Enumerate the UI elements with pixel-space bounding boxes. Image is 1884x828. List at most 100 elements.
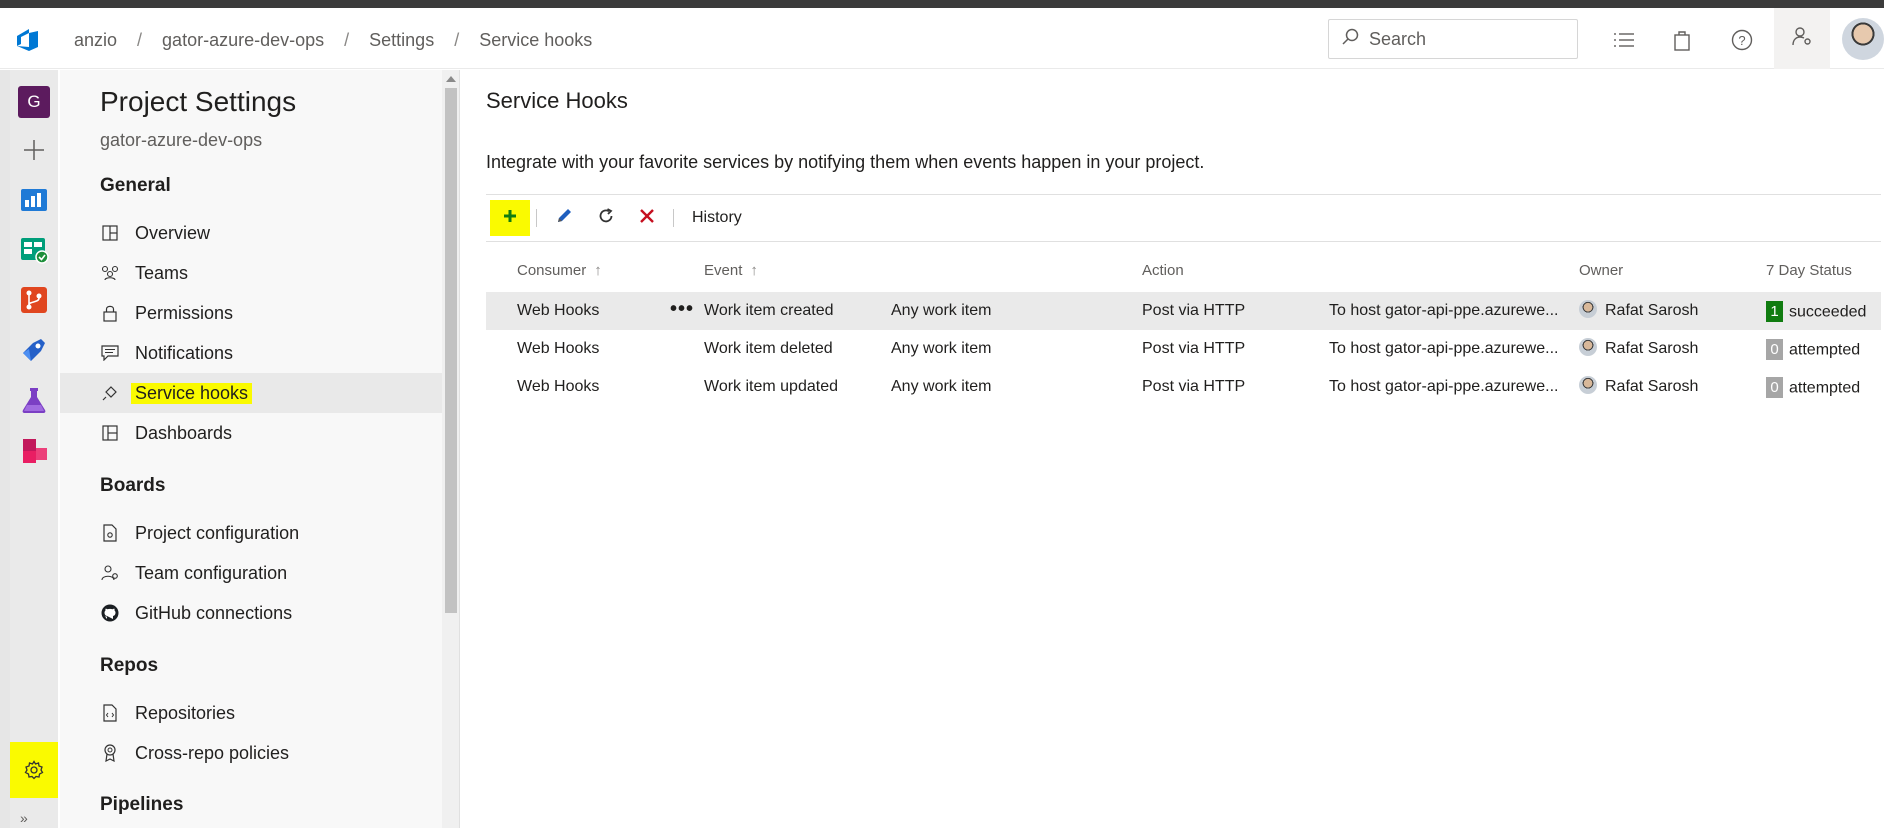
- column-status[interactable]: 7 Day Status: [1766, 262, 1852, 279]
- nav-team-configuration[interactable]: Team configuration: [60, 553, 442, 593]
- nav-dashboards[interactable]: Dashboards: [60, 413, 442, 453]
- table-row[interactable]: Web Hooks Work item deleted Any work ite…: [486, 330, 1881, 368]
- boards-icon: [19, 235, 49, 270]
- more-actions-icon[interactable]: •••: [670, 298, 694, 321]
- nav-github-connections[interactable]: GitHub connections: [60, 593, 442, 633]
- scroll-up-arrow-icon[interactable]: [446, 76, 456, 82]
- nav-teams-label: Teams: [135, 262, 189, 283]
- main-content: Service Hooks Integrate with your favori…: [461, 70, 1884, 828]
- search-box[interactable]: [1328, 19, 1578, 59]
- breadcrumb-separator: /: [137, 30, 143, 50]
- nav-permissions[interactable]: Permissions: [60, 293, 442, 333]
- column-event[interactable]: Event ↑: [704, 262, 758, 279]
- add-subscription-button[interactable]: [490, 200, 530, 236]
- scrollbar-thumb[interactable]: [445, 88, 457, 613]
- nav-overview-label: Overview: [135, 222, 211, 243]
- nav-overview[interactable]: Overview: [60, 213, 442, 253]
- cell-event: Work item created: [704, 302, 834, 319]
- toolbar-separator: [536, 209, 537, 227]
- pipelines-hub[interactable]: [16, 334, 52, 370]
- cell-filter: Any work item: [891, 378, 992, 395]
- cell-target: To host gator-api-ppe.azurewe...: [1329, 378, 1559, 395]
- repos-hub[interactable]: [16, 284, 52, 320]
- marketplace-bag-icon[interactable]: [1668, 26, 1696, 54]
- project-settings-panel: Project Settings gator-azure-dev-ops Gen…: [60, 70, 442, 828]
- breadcrumb: anzio / gator-azure-dev-ops / Settings /…: [74, 30, 592, 51]
- column-consumer-label: Consumer: [517, 262, 587, 279]
- column-owner-label: Owner: [1579, 262, 1624, 279]
- dashboards-icon: [100, 423, 120, 443]
- nav-cross-repo-policies-label: Cross-repo policies: [135, 742, 290, 763]
- status-count-badge: 0: [1766, 339, 1783, 360]
- policy-badge-icon: [100, 743, 120, 763]
- page-title: Service Hooks: [486, 88, 628, 113]
- expand-rail-chevron-icon[interactable]: »: [20, 810, 28, 826]
- cell-event: Work item updated: [704, 378, 838, 395]
- gear-icon: [24, 760, 44, 785]
- owner-avatar: [1579, 338, 1597, 356]
- nav-project-configuration-label: Project configuration: [135, 522, 300, 543]
- search-icon: [1341, 28, 1359, 51]
- cell-target: To host gator-api-ppe.azurewe...: [1329, 302, 1559, 319]
- nav-teams[interactable]: Teams: [60, 253, 442, 293]
- project-configuration-icon: [100, 523, 120, 543]
- panel-project-name: gator-azure-dev-ops: [100, 130, 263, 150]
- cell-status: 0 attempted: [1766, 377, 1861, 399]
- section-repos: Repos: [100, 655, 159, 676]
- task-list-icon[interactable]: [1610, 26, 1638, 54]
- cell-consumer: Web Hooks: [517, 340, 600, 357]
- new-project-button[interactable]: [16, 134, 52, 170]
- breadcrumb-settings[interactable]: Settings: [369, 30, 434, 51]
- test-plans-hub[interactable]: [16, 384, 52, 420]
- user-settings-icon: [1791, 25, 1813, 52]
- delete-subscription-button[interactable]: [627, 200, 667, 236]
- project-settings-button[interactable]: [10, 742, 58, 798]
- nav-repositories-label: Repositories: [135, 702, 236, 723]
- cell-owner: Rafat Sarosh: [1579, 338, 1698, 358]
- breadcrumb-service-hooks[interactable]: Service hooks: [479, 30, 592, 51]
- azure-devops-logo-icon[interactable]: [14, 25, 42, 53]
- nav-service-hooks[interactable]: Service hooks: [60, 373, 442, 413]
- column-owner[interactable]: Owner: [1579, 262, 1623, 279]
- table-row[interactable]: Web Hooks ••• Work item created Any work…: [486, 292, 1881, 330]
- owner-name: Rafat Sarosh: [1605, 302, 1699, 320]
- edit-subscription-button[interactable]: [543, 200, 585, 236]
- search-input[interactable]: [1369, 28, 1549, 50]
- repos-icon: [19, 285, 49, 320]
- teams-icon: [100, 263, 120, 283]
- cell-status: 0 attempted: [1766, 339, 1860, 361]
- plus-icon: [503, 209, 517, 228]
- nav-cross-repo-policies[interactable]: Cross-repo policies: [60, 733, 442, 773]
- overview-hub[interactable]: [16, 184, 52, 220]
- sort-ascending-icon: ↑: [750, 262, 758, 279]
- nav-repositories[interactable]: Repositories: [60, 693, 442, 733]
- breadcrumb-org[interactable]: anzio: [74, 30, 117, 51]
- table-row[interactable]: Web Hooks Work item updated Any work ite…: [486, 368, 1881, 406]
- service-hooks-toolbar: History: [486, 194, 1881, 242]
- user-settings-button[interactable]: [1774, 8, 1830, 69]
- owner-avatar: [1579, 300, 1597, 318]
- status-text: attempted: [1789, 379, 1861, 397]
- history-button[interactable]: History: [680, 200, 754, 236]
- nav-notifications[interactable]: Notifications: [60, 333, 442, 373]
- pipelines-icon: [19, 335, 49, 370]
- org-tile[interactable]: G: [16, 84, 52, 120]
- boards-hub[interactable]: [16, 234, 52, 270]
- owner-avatar: [1579, 376, 1597, 394]
- artifacts-hub[interactable]: [16, 434, 52, 470]
- refresh-button[interactable]: [585, 200, 627, 236]
- breadcrumb-project[interactable]: gator-azure-dev-ops: [162, 30, 324, 51]
- settings-panel-scrollbar[interactable]: [442, 70, 460, 828]
- help-icon[interactable]: ?: [1728, 26, 1756, 54]
- page-description: Integrate with your favorite services by…: [486, 152, 1205, 172]
- column-status-label: 7 Day Status: [1766, 262, 1852, 279]
- nav-project-configuration[interactable]: Project configuration: [60, 513, 442, 553]
- nav-github-connections-label: GitHub connections: [135, 602, 293, 623]
- nav-dashboards-label: Dashboards: [135, 422, 233, 443]
- status-count-badge: 1: [1766, 301, 1783, 322]
- column-action[interactable]: Action: [1142, 262, 1184, 279]
- column-consumer[interactable]: Consumer ↑: [517, 262, 602, 279]
- cell-action: Post via HTTP: [1142, 302, 1246, 319]
- user-avatar[interactable]: [1842, 18, 1884, 60]
- delete-x-icon: [639, 208, 655, 229]
